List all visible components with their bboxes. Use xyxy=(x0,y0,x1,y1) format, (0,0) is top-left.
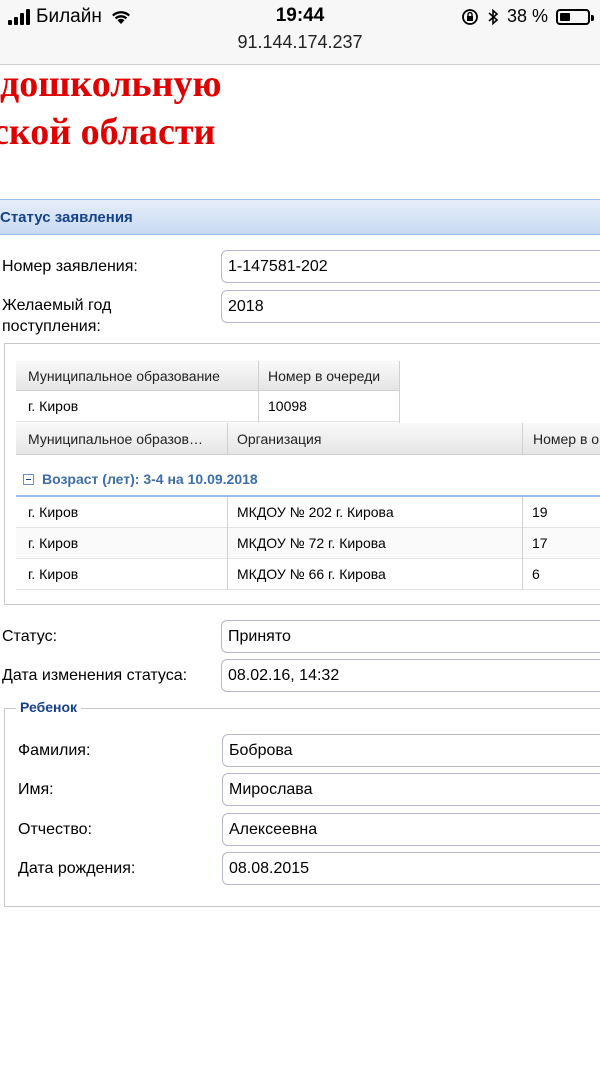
last-name-label: Фамилия: xyxy=(18,742,91,759)
birth-date-field[interactable]: 08.08.2015 xyxy=(222,852,600,885)
cell-organization: МКДОУ № 202 г. Кирова xyxy=(237,504,394,520)
address-bar-url[interactable]: 91.144.174.237 xyxy=(0,32,600,53)
app-number-label: Номер заявления: xyxy=(2,258,138,275)
cell-queue-position: 17 xyxy=(532,535,548,551)
table-row[interactable]: г. Киров МКДОУ № 72 г. Кирова 17 xyxy=(16,528,600,559)
queue-grids: Муниципальное образование Номер в очеред… xyxy=(16,361,600,591)
cell-queue-position: 19 xyxy=(532,504,548,520)
bluetooth-icon xyxy=(488,8,499,25)
battery-icon xyxy=(556,8,594,25)
status-date-label: Дата изменения статуса: xyxy=(2,667,188,684)
group-title: Возраст (лет): 3-4 на 10.09.2018 xyxy=(42,471,258,487)
system-indicators: 38 % xyxy=(461,6,594,27)
cell-queue-number: 10098 xyxy=(268,398,307,414)
patronymic-label: Отчество: xyxy=(18,821,92,838)
cell-municipality: г. Киров xyxy=(28,398,79,414)
table-row[interactable]: г. Киров МКДОУ № 202 г. Кирова 19 xyxy=(16,497,600,528)
status-date-field[interactable]: 08.02.16, 14:32 xyxy=(221,659,600,692)
birth-date-label: Дата рождения: xyxy=(18,860,136,877)
table-row[interactable]: г. Киров 10098 xyxy=(16,391,400,422)
col-divider xyxy=(227,423,228,455)
status-label: Статус: xyxy=(2,628,58,645)
year-label-line-2: поступления: xyxy=(2,318,101,335)
status-field[interactable]: Принято xyxy=(221,620,600,653)
panel-header: Статус заявления xyxy=(0,199,600,235)
site-title: дошкольную ской области xyxy=(0,60,222,156)
lock-rotation-icon xyxy=(462,8,478,25)
patronymic-field[interactable]: Алексеевна xyxy=(222,813,600,846)
collapse-icon[interactable] xyxy=(23,474,34,485)
cell-organization: МКДОУ № 72 г. Кирова xyxy=(237,535,386,551)
cell-queue-position: 6 xyxy=(532,566,540,582)
table-row[interactable]: г. Киров МКДОУ № 66 г. Кирова 6 xyxy=(16,559,600,590)
site-title-line-1: дошкольную xyxy=(0,63,222,105)
queue-grid-header: Муниципальное образование Номер в очеред… xyxy=(16,361,400,391)
ios-status-bar: Билайн 19:44 91.144.174.237 38 % xyxy=(0,0,600,65)
cell-municipality: г. Киров xyxy=(28,566,79,582)
app-number-field[interactable]: 1-147581-202 xyxy=(221,250,600,283)
cell-municipality: г. Киров xyxy=(28,504,79,520)
col-organization[interactable]: Организация xyxy=(237,423,321,455)
col-municipality[interactable]: Муниципальное образование xyxy=(28,361,220,391)
col-queue-number[interactable]: Номер в очереди xyxy=(268,361,380,391)
year-label-line-1: Желаемый год xyxy=(2,297,112,314)
group-row[interactable]: Возраст (лет): 3-4 на 10.09.2018 xyxy=(16,463,600,497)
first-name-field[interactable]: Мирослава xyxy=(222,773,600,806)
col-divider xyxy=(522,497,523,590)
site-title-line-2: ской области xyxy=(0,111,216,153)
col-municipality[interactable]: Муниципальное образов… xyxy=(28,423,203,455)
cell-municipality: г. Киров xyxy=(28,535,79,551)
col-divider xyxy=(522,423,523,455)
orgs-grid-header: Муниципальное образов… Организация Номер… xyxy=(16,423,600,455)
child-legend: Ребенок xyxy=(16,699,82,715)
col-divider xyxy=(227,497,228,590)
year-field[interactable]: 2018 xyxy=(221,290,600,323)
cell-organization: МКДОУ № 66 г. Кирова xyxy=(237,566,386,582)
battery-percent: 38 % xyxy=(506,6,548,26)
last-name-field[interactable]: Боброва xyxy=(222,734,600,767)
col-queue-position[interactable]: Номер в о xyxy=(533,423,599,455)
first-name-label: Имя: xyxy=(18,781,54,798)
panel-title: Статус заявления xyxy=(0,209,133,226)
